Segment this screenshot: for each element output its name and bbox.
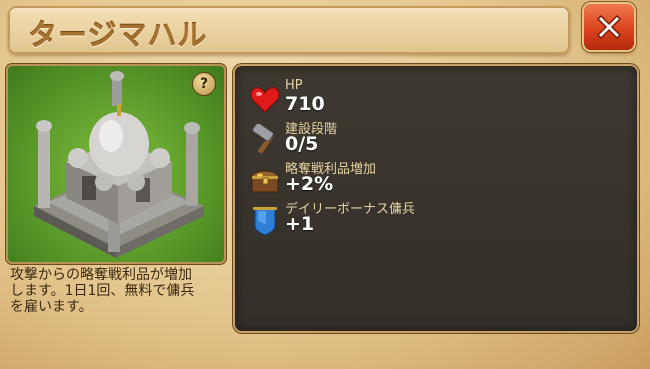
stat-value: 710 — [285, 93, 325, 115]
window-title: タージマハル — [28, 18, 208, 52]
stat-hp: HP 710 — [249, 78, 609, 116]
title-bar: タージマハル — [8, 6, 570, 54]
heart-icon — [249, 84, 281, 116]
stat-daily-mercenary: デイリーボーナス傭兵 +1 — [249, 198, 609, 236]
building-image-frame — [8, 66, 224, 262]
stat-loot-bonus: 略奪戦利品増加 +2% — [249, 158, 609, 196]
help-icon[interactable]: ? — [192, 72, 216, 96]
stat-label: HP — [285, 78, 303, 93]
close-button[interactable] — [584, 4, 634, 50]
treasure-chest-icon — [249, 164, 281, 196]
stat-construction-stage: 建設段階 0/5 — [249, 118, 609, 156]
building-description: 攻撃からの略奪戦利品が増加 します。1日1回、無料で傭兵 を雇います。 — [10, 267, 195, 315]
blue-banner-icon — [249, 204, 281, 236]
taj-mahal-building — [34, 71, 204, 258]
stat-value: 0/5 — [285, 133, 319, 155]
stat-value: +2% — [285, 173, 334, 195]
close-x-icon — [596, 14, 622, 40]
stats-panel: HP 710 建設段階 0/5 略奪戦利品増加 +2% デイリーボーナス傭兵 +… — [235, 66, 637, 331]
hammer-icon — [249, 124, 281, 156]
stat-value: +1 — [285, 213, 315, 235]
